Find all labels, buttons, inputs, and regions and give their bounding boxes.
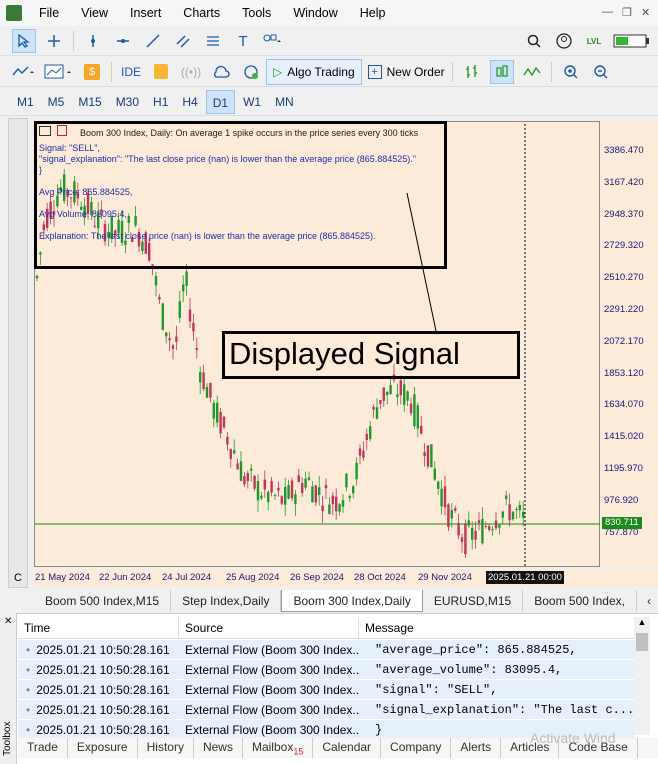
row-bullet-icon: • xyxy=(26,643,31,657)
row-message: "signal": "SELL", xyxy=(375,683,498,697)
row-source: External Flow (Boom 300 Index... xyxy=(185,663,359,677)
journal-row[interactable]: • 2025.01.21 10:50:28.161 External Flow (B… xyxy=(18,660,634,680)
chart-tab[interactable]: Boom 500 Index, xyxy=(523,590,637,612)
displayed-signal-callout: Displayed Signal xyxy=(222,331,520,379)
mailbox-label: Mailbox xyxy=(251,740,294,754)
chart-tab[interactable]: EURUSD,M15 xyxy=(423,590,524,612)
row-source: External Flow (Boom 300 Index... xyxy=(185,703,359,717)
tab-trade[interactable]: Trade xyxy=(18,738,68,758)
row-time-text: 2025.01.21 10:50:28.161 xyxy=(36,703,170,717)
tab-mailbox[interactable]: Mailbox15 xyxy=(243,738,314,758)
row-message: "average_price": 865.884525, xyxy=(375,643,577,657)
chart-tabs: Boom 500 Index,M15 Step Index,Daily Boom… xyxy=(34,590,658,612)
scroll-up-icon[interactable]: ▲ xyxy=(634,617,650,627)
row-time: • 2025.01.21 10:50:28.161 xyxy=(18,640,179,659)
row-time: • 2025.01.21 10:50:28.161 xyxy=(18,700,179,719)
activation-watermark: Activate Wind xyxy=(530,730,616,746)
chart-tab[interactable]: Boom 500 Index,M15 xyxy=(34,590,172,612)
row-bullet-icon: • xyxy=(26,663,31,677)
row-bullet-icon: • xyxy=(26,703,31,717)
row-source: External Flow (Boom 300 Index... xyxy=(185,683,359,697)
journal-row[interactable]: • 2025.01.21 10:50:28.161 External Flow (B… xyxy=(18,640,634,660)
row-source: External Flow (Boom 300 Index... xyxy=(185,643,359,657)
tab-company[interactable]: Company xyxy=(381,738,452,758)
toolbox-close-icon[interactable]: ✕ xyxy=(4,616,12,627)
row-source: External Flow (Boom 300 Index... xyxy=(185,723,359,737)
chart-scroll-icon[interactable]: C xyxy=(14,572,22,584)
tab-scroll-left-icon[interactable]: ‹ xyxy=(647,590,651,612)
journal-scrollbar[interactable]: ▲ xyxy=(634,617,650,735)
row-time: • 2025.01.21 10:50:28.161 xyxy=(18,660,179,679)
chart-tab[interactable]: Step Index,Daily xyxy=(171,590,282,612)
mailbox-count: 15 xyxy=(293,746,304,757)
tab-alerts[interactable]: Alerts xyxy=(451,738,502,758)
row-time-text: 2025.01.21 10:50:28.161 xyxy=(36,663,170,677)
tab-news[interactable]: News xyxy=(194,738,243,758)
journal-header: Time Source Message xyxy=(18,617,634,639)
col-message[interactable]: Message xyxy=(359,617,634,638)
journal-row[interactable]: • 2025.01.21 10:50:28.161 External Flow (B… xyxy=(18,680,634,700)
row-time-text: 2025.01.21 10:50:28.161 xyxy=(36,723,170,737)
row-time-text: 2025.01.21 10:50:28.161 xyxy=(36,683,170,697)
row-message: "signal_explanation": "The last c... xyxy=(375,703,634,717)
tab-calendar[interactable]: Calendar xyxy=(313,738,382,758)
row-time: • 2025.01.21 10:50:28.161 xyxy=(18,680,179,699)
col-time[interactable]: Time xyxy=(18,617,179,638)
chart-tab-active[interactable]: Boom 300 Index,Daily xyxy=(281,590,423,612)
row-bullet-icon: • xyxy=(26,723,31,737)
tab-history[interactable]: History xyxy=(138,738,194,758)
row-bullet-icon: • xyxy=(26,683,31,697)
toolbox-label: Toolbox xyxy=(2,721,13,756)
tab-exposure[interactable]: Exposure xyxy=(68,738,138,758)
row-time: • 2025.01.21 10:50:28.161 xyxy=(18,720,179,739)
col-source[interactable]: Source xyxy=(179,617,359,638)
row-time-text: 2025.01.21 10:50:28.161 xyxy=(36,643,170,657)
journal-row[interactable]: • 2025.01.21 10:50:28.161 External Flow (B… xyxy=(18,700,634,720)
scroll-thumb[interactable] xyxy=(636,633,648,651)
row-message: "average_volume": 83095.4, xyxy=(375,663,563,677)
